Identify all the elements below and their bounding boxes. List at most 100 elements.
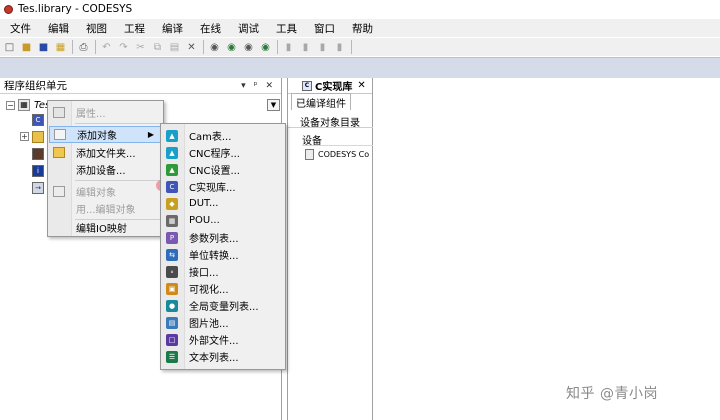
add-object-icon <box>50 129 70 140</box>
library-manager-node-icon[interactable] <box>32 148 44 160</box>
find-icon[interactable]: ◉ <box>208 41 221 54</box>
collapse-icon[interactable]: − <box>6 100 15 110</box>
device-column-header[interactable]: 设备 <box>302 132 373 147</box>
pou-icon: ▦ <box>166 214 178 227</box>
toolbar-separator <box>277 40 278 54</box>
tree-root-node[interactable]: − ▦ Tes <box>6 99 50 111</box>
menu-item-visualization[interactable]: ▣ 可视化... <box>162 280 285 297</box>
folder-node-icon[interactable] <box>32 131 44 143</box>
menu-file[interactable]: 文件 <box>3 21 38 36</box>
find-next-icon[interactable]: ◉ <box>242 41 255 54</box>
paste-icon[interactable]: ▤ <box>168 41 181 54</box>
copy-icon[interactable]: ⧉ <box>151 41 164 54</box>
menu-item-image-pool[interactable]: ▤ 图片池... <box>162 314 285 331</box>
menu-item-c-implementation-library[interactable]: C C实现库... <box>162 178 285 195</box>
list-item[interactable]: CODESYS Co <box>305 149 373 160</box>
c-library-node-icon[interactable]: C <box>32 114 44 126</box>
menu-item-add-device[interactable]: 添加设备... <box>49 161 162 178</box>
redo-icon[interactable]: ↷ <box>117 41 130 54</box>
external-file-icon: □ <box>166 333 178 346</box>
cnc-program-icon: ▲ <box>166 146 178 159</box>
menu-item-cam-table[interactable]: ▲ Cam表... <box>162 127 285 144</box>
menu-item-cnc-settings[interactable]: ▲ CNC设置... <box>162 161 285 178</box>
toolbar-gap <box>0 57 720 78</box>
menu-item-text-list[interactable]: ☰ 文本列表... <box>162 348 285 365</box>
menu-help[interactable]: 帮助 <box>345 21 380 36</box>
undo-icon[interactable]: ↶ <box>100 41 113 54</box>
toolbar: □ ■ ■ ▦ ⎙ ↶ ↷ ✂ ⧉ ▤ ✕ ◉ ◉ ◉ ◉ ▮ ▮ ▮ ▮ <box>0 38 720 56</box>
menu-build[interactable]: 编译 <box>155 21 190 36</box>
bookmark-icon[interactable]: ▮ <box>282 41 295 54</box>
library-icon: ▦ <box>18 99 30 111</box>
find-previous-icon[interactable]: ◉ <box>259 41 272 54</box>
menu-item-dut[interactable]: ◆ DUT... <box>162 195 285 212</box>
menu-item-external-file[interactable]: □ 外部文件... <box>162 331 285 348</box>
menu-item-properties[interactable]: 属性... <box>49 104 162 121</box>
close-icon[interactable]: ✕ <box>265 81 273 91</box>
cam-table-icon: ▲ <box>166 129 178 142</box>
menu-separator <box>75 123 161 124</box>
delete-icon[interactable]: ✕ <box>185 41 198 54</box>
new-icon[interactable]: □ <box>3 41 16 54</box>
menu-bar: 文件 编辑 视图 工程 编译 在线 调试 工具 窗口 帮助 <box>0 19 720 37</box>
pou-panel-header: 程序组织单元 ▾ ᵖ ✕ <box>0 78 281 94</box>
unit-conversion-icon: ⇆ <box>166 248 178 261</box>
menu-item-global-variable-list[interactable]: ● 全局变量列表... <box>162 297 285 314</box>
next-bookmark-icon[interactable]: ▮ <box>299 41 312 54</box>
device-node-icon[interactable]: → <box>32 182 44 194</box>
folder-icon <box>49 147 69 158</box>
context-menu: 属性... 添加对象 ▶ 添加文件夹... 添加设备... 编辑对象 用...编… <box>47 100 164 237</box>
tab-close-icon[interactable]: ✕ <box>357 80 365 91</box>
menu-item-cnc-program[interactable]: ▲ CNC程序... <box>162 144 285 161</box>
cut-icon[interactable]: ✂ <box>134 41 147 54</box>
menu-item-edit-object[interactable]: 编辑对象 <box>49 183 162 200</box>
panel-controls: ▾ ᵖ ✕ <box>241 81 281 91</box>
save-icon[interactable]: ■ <box>37 41 50 54</box>
menu-item-parameter-list[interactable]: P 参数列表... <box>162 229 285 246</box>
tab-c-implementation-library[interactable]: C C实现库 ✕ <box>302 78 366 93</box>
c-library-tab-icon: C <box>302 80 312 91</box>
panel-dropdown-icon[interactable]: ▾ <box>241 81 246 91</box>
save-all-icon[interactable]: ▦ <box>54 41 67 54</box>
interface-icon: ∘ <box>166 265 178 278</box>
pin-icon[interactable]: ᵖ <box>254 81 258 91</box>
device-catalog-title: 设备对象目录 <box>288 114 373 129</box>
menu-project[interactable]: 工程 <box>117 21 152 36</box>
menu-edit[interactable]: 编辑 <box>41 21 76 36</box>
menu-item-add-object[interactable]: 添加对象 ▶ <box>49 126 162 143</box>
menu-item-edit-io-mapping[interactable]: 编辑IO映射 <box>49 219 162 236</box>
subtab-bar: 已编译组件 <box>288 93 372 110</box>
toolbar-separator <box>95 40 96 54</box>
parameter-list-icon: P <box>166 231 178 244</box>
menu-item-add-folder[interactable]: 添加文件夹... <box>49 144 162 161</box>
info-node-icon[interactable]: i <box>32 165 44 177</box>
device-row-label: CODESYS Co <box>318 150 370 159</box>
menu-debug[interactable]: 调试 <box>231 21 266 36</box>
watermark: 知乎 @青小岗 <box>566 386 658 402</box>
menu-tools[interactable]: 工具 <box>269 21 304 36</box>
toolbar-separator <box>72 40 73 54</box>
c-implementation-library-icon: C <box>166 180 178 193</box>
expand-icon[interactable]: + <box>20 132 29 141</box>
image-pool-icon: ▤ <box>166 316 178 329</box>
tree-dropdown-button[interactable]: ▼ <box>267 99 280 111</box>
tab-label: C实现库 <box>315 82 353 93</box>
menu-separator <box>75 180 161 181</box>
menu-window[interactable]: 窗口 <box>307 21 342 36</box>
toolbar-separator <box>203 40 204 54</box>
menu-online[interactable]: 在线 <box>193 21 228 36</box>
dut-icon: ◆ <box>166 197 178 210</box>
find-replace-icon[interactable]: ◉ <box>225 41 238 54</box>
menu-item-interface[interactable]: ∘ 接口... <box>162 263 285 280</box>
properties-icon <box>49 107 69 118</box>
open-icon[interactable]: ■ <box>20 41 33 54</box>
menu-item-edit-object-with[interactable]: 用...编辑对象 <box>49 200 162 217</box>
previous-bookmark-icon[interactable]: ▮ <box>316 41 329 54</box>
menu-view[interactable]: 视图 <box>79 21 114 36</box>
clear-bookmarks-icon[interactable]: ▮ <box>333 41 346 54</box>
print-icon[interactable]: ⎙ <box>77 41 90 54</box>
menu-item-unit-conversion[interactable]: ⇆ 单位转换... <box>162 246 285 263</box>
tab-compiled-components[interactable]: 已编译组件 <box>291 93 351 110</box>
add-object-submenu: ▲ Cam表... ▲ CNC程序... ▲ CNC设置... C C实现库..… <box>160 123 286 370</box>
menu-item-pou[interactable]: ▦ POU... <box>162 212 285 229</box>
